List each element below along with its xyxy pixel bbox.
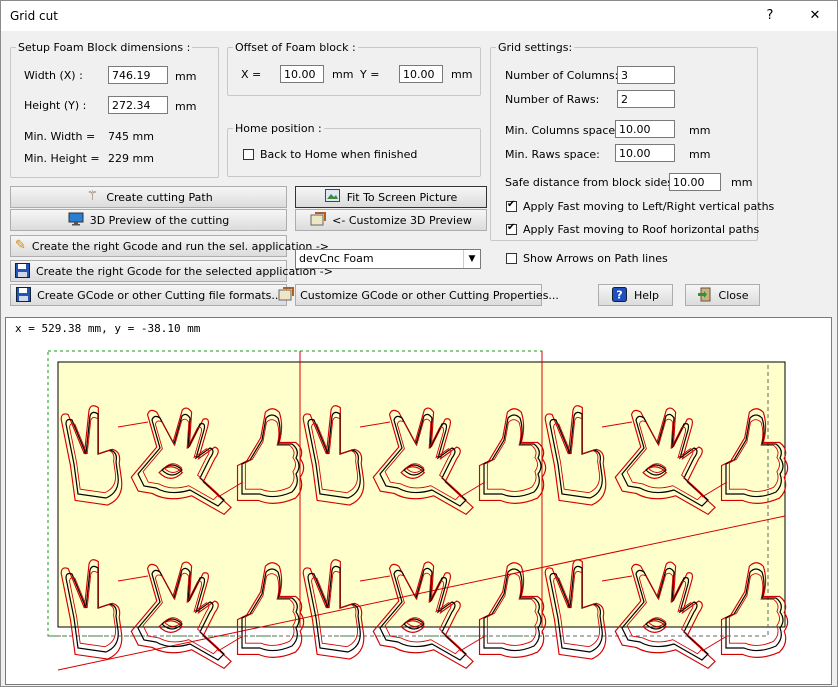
fast-roof-label[interactable]: Apply Fast moving to Roof horizontal pat… xyxy=(523,223,759,236)
min-height-value: 229 mm xyxy=(108,152,154,165)
picture-icon xyxy=(325,189,341,205)
monitor-icon xyxy=(68,212,84,228)
customize-icon xyxy=(310,212,327,228)
close-title-icon[interactable]: ✕ xyxy=(800,6,830,26)
close-label: Close xyxy=(718,288,749,302)
help-label: Help xyxy=(633,288,660,302)
create-cutting-path-button[interactable]: ⚚ Create cutting Path xyxy=(10,186,287,208)
customize-icon xyxy=(278,287,295,303)
application-select-value: devCnc Foam xyxy=(299,252,374,265)
width-unit: mm xyxy=(175,70,197,83)
cutting-preview xyxy=(47,350,789,671)
create-cutting-path-label: Create cutting Path xyxy=(106,190,213,204)
svg-text:?: ? xyxy=(617,289,623,302)
offset-x-field[interactable]: 10.00 xyxy=(280,65,324,83)
offset-x-label: X = xyxy=(241,68,262,81)
foam-block-legend: Setup Foam Block dimensions : xyxy=(18,41,191,54)
col-space-label: Min. Columns space: xyxy=(505,124,619,137)
application-select[interactable]: devCnc Foam ▼ xyxy=(295,249,481,269)
window-title: Grid cut xyxy=(10,9,58,23)
save-icon xyxy=(15,263,30,279)
create-formats-label: Create GCode or other Cutting file forma… xyxy=(37,288,282,302)
create-run-label: Create the right Gcode and run the sel. … xyxy=(31,239,330,253)
create-run-button[interactable]: ✎ Create the right Gcode and run the sel… xyxy=(10,235,329,257)
height-label: Height (Y) : xyxy=(24,99,87,112)
customize-gcode-button[interactable]: Customize GCode or other Cutting Propert… xyxy=(278,284,559,306)
foam-block xyxy=(57,361,786,628)
customize-3d-label: <- Customize 3D Preview xyxy=(332,213,472,227)
offset-y-label: Y = xyxy=(360,68,380,81)
row-space-field[interactable]: 10.00 xyxy=(615,144,675,162)
width-field[interactable]: 746.19 xyxy=(108,66,168,84)
width-label: Width (X) : xyxy=(24,69,83,82)
show-arrows-checkbox[interactable] xyxy=(506,253,517,264)
grid-settings-legend: Grid settings: xyxy=(498,41,573,54)
path-link-line xyxy=(217,635,244,652)
title-bar: Grid cut ? ✕ xyxy=(1,1,837,31)
help-button[interactable]: ? Help xyxy=(598,284,673,306)
create-selected-label: Create the right Gcode for the selected … xyxy=(36,264,333,278)
save-icon xyxy=(15,287,31,303)
fit-screen-label: Fit To Screen Picture xyxy=(346,190,458,204)
offset-legend: Offset of Foam block : xyxy=(235,41,356,54)
columns-field[interactable]: 3 xyxy=(617,66,675,84)
fast-lr-label[interactable]: Apply Fast moving to Left/Right vertical… xyxy=(523,200,774,213)
create-formats-button[interactable]: Create GCode or other Cutting file forma… xyxy=(10,284,287,306)
create-selected-button[interactable]: Create the right Gcode for the selected … xyxy=(10,260,333,282)
rows-field[interactable]: 2 xyxy=(617,90,675,108)
offset-y-unit: mm xyxy=(451,68,473,81)
safe-distance-label: Safe distance from block sides: xyxy=(505,176,677,189)
offset-y-field[interactable]: 10.00 xyxy=(399,65,443,83)
safe-distance-field[interactable]: 10.00 xyxy=(669,173,721,191)
fast-lr-checkbox[interactable] xyxy=(506,199,517,212)
pencil-icon: ✎ xyxy=(15,238,26,253)
columns-label: Number of Columns: xyxy=(505,69,619,82)
door-exit-icon xyxy=(697,287,713,303)
col-space-unit: mm xyxy=(689,124,711,137)
back-home-label[interactable]: Back to Home when finished xyxy=(260,148,417,161)
grid-cut-window: Grid cut ? ✕ Setup Foam Block dimensions… xyxy=(0,0,838,687)
path-link-line xyxy=(701,635,728,652)
rows-label: Number of Raws: xyxy=(505,93,600,106)
fit-screen-button[interactable]: Fit To Screen Picture xyxy=(295,186,487,208)
customize-3d-button[interactable]: <- Customize 3D Preview xyxy=(295,209,487,231)
customize-gcode-label: Customize GCode or other Cutting Propert… xyxy=(300,288,559,302)
preview-canvas[interactable]: x = 529.38 mm, y = -38.10 mm xyxy=(5,317,832,685)
show-arrows-label[interactable]: Show Arrows on Path lines xyxy=(523,252,668,265)
min-width-label: Min. Width = xyxy=(24,130,96,143)
home-legend: Home position : xyxy=(235,122,322,135)
fast-roof-checkbox[interactable] xyxy=(506,222,517,235)
help-icon: ? xyxy=(612,287,628,303)
close-button[interactable]: Close xyxy=(685,284,760,306)
path-link-line xyxy=(459,635,486,652)
min-width-value: 745 mm xyxy=(108,130,154,143)
height-field[interactable]: 272.34 xyxy=(108,96,168,114)
back-home-checkbox[interactable] xyxy=(243,149,254,160)
preview-3d-label: 3D Preview of the cutting xyxy=(89,213,230,227)
min-height-label: Min. Height = xyxy=(24,152,100,165)
offset-x-unit: mm xyxy=(332,68,354,81)
help-title-icon[interactable]: ? xyxy=(755,6,785,26)
row-space-unit: mm xyxy=(689,148,711,161)
preview-3d-button[interactable]: 3D Preview of the cutting xyxy=(10,209,287,231)
safe-distance-unit: mm xyxy=(731,176,753,189)
height-unit: mm xyxy=(175,100,197,113)
row-space-label: Min. Raws space: xyxy=(505,148,600,161)
magic-wand-icon: ⚚ xyxy=(86,189,99,204)
chevron-down-icon[interactable]: ▼ xyxy=(463,250,480,268)
col-space-field[interactable]: 10.00 xyxy=(615,120,675,138)
